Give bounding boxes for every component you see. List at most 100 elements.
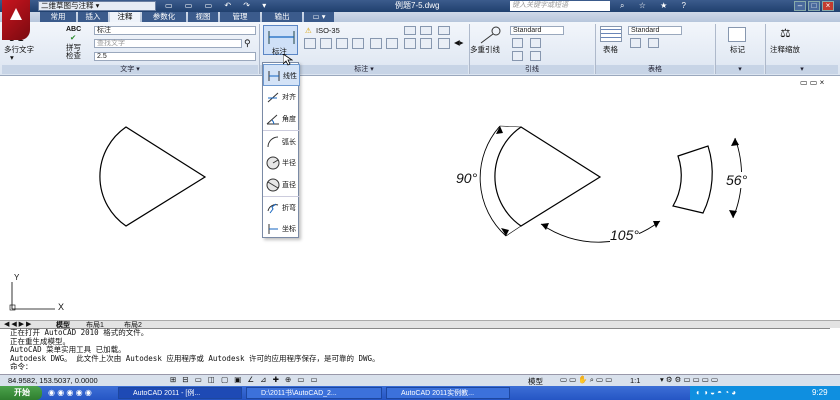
dd-item-ordinate[interactable]: 坐标 (263, 218, 300, 240)
task-autocad[interactable]: AutoCAD 2011 - [例... (118, 387, 242, 399)
linear-dim-large-icon (268, 31, 295, 44)
close-button[interactable]: × (822, 1, 834, 11)
tab-annotate[interactable]: 注释 (110, 12, 140, 22)
table-panel-title[interactable]: 表格 (596, 65, 714, 74)
markup-label[interactable]: 标记 (730, 44, 745, 55)
task-document[interactable]: AutoCAD 2011实例教... (386, 387, 510, 399)
tab-manage[interactable]: 管理 (220, 12, 260, 22)
annotation-scale-label[interactable]: 注释缩放 (770, 44, 800, 55)
leader-collect-icon[interactable] (530, 51, 541, 61)
dd-item-label: 直径 (282, 182, 296, 189)
dim-inspect-icon[interactable] (404, 38, 416, 49)
table-icon[interactable] (600, 26, 622, 42)
dim-update-icon[interactable] (404, 26, 416, 35)
spell-check-label[interactable]: 拼写检查 (66, 44, 84, 60)
dimension-button[interactable]: 标注 (263, 25, 298, 56)
dim-arrow (729, 210, 737, 218)
drawing-canvas[interactable]: ▭ ▭ × 90° 105° 56° Y X (0, 76, 840, 320)
task-explorer[interactable]: D:\2011书\AutoCAD_2... (246, 387, 382, 399)
ucs-y-label: Y (14, 273, 20, 282)
sector-shape-left (99, 126, 207, 227)
mtext-dropdown-icon[interactable]: ▾ (10, 53, 14, 62)
dim-space-icon[interactable] (386, 38, 398, 49)
dim-baseline-icon[interactable] (336, 38, 348, 49)
dim-more-icon[interactable]: ◀▸ (454, 38, 464, 47)
dim-quick-icon[interactable] (320, 38, 332, 49)
markup-icon[interactable] (728, 27, 746, 42)
dd-item-radius[interactable]: 半径 (263, 152, 300, 174)
text-height-select[interactable]: 2.5 (94, 52, 256, 61)
layout-nav-icons[interactable]: ◀ ◀ ▶ ▶ (4, 320, 31, 328)
dd-item-angular[interactable]: 角度 (263, 108, 300, 130)
tray-icons[interactable]: ◐ ◑ ◒ ◓ ◔ ◕ (696, 386, 736, 400)
clock[interactable]: 9:29 (812, 386, 828, 400)
command-line[interactable]: 正在打开 AutoCAD 2010 格式的文件。 正在重生成模型。 AutoCA… (0, 328, 830, 374)
dim-break-icon[interactable] (352, 38, 364, 49)
leader-panel-title[interactable]: 引线 (470, 65, 594, 74)
tab-output[interactable]: 输出 (262, 12, 302, 22)
text-panel-title[interactable]: 文字 ▾ (2, 65, 258, 74)
multileader-icon[interactable] (478, 25, 502, 45)
tab-home[interactable]: 常用 (40, 12, 76, 22)
start-button[interactable]: 开始 (0, 386, 42, 400)
dim-override-icon[interactable] (420, 26, 432, 35)
sector-shape-middle (494, 126, 602, 227)
multileader-label[interactable]: 多重引线 (470, 44, 500, 55)
dim-style-value[interactable]: ISO-35 (316, 26, 340, 35)
dd-item-label: 折弯 (282, 205, 296, 212)
maximize-button[interactable]: □ (808, 1, 820, 11)
command-prompt[interactable]: 命令： (10, 362, 830, 372)
scale-panel-title[interactable]: ▾ (766, 65, 838, 74)
spell-abc-icon[interactable]: ABC (66, 26, 81, 33)
status-tools[interactable]: ▾ ⚙ ⚙ ▭ ▭ ▭ ▭ (660, 375, 718, 384)
tab-extra-toggle[interactable]: ▭ ▾ (304, 12, 334, 22)
dim-jog-icon[interactable] (420, 38, 432, 49)
table-style-select[interactable]: Standard (628, 26, 682, 35)
dim-label-105[interactable]: 105° (610, 227, 639, 243)
markup-panel-title[interactable]: ▾ (716, 65, 764, 74)
dim-label-56[interactable]: 56° (726, 172, 748, 188)
workspace-dropdown[interactable]: 二维草图与注释 ▾ (38, 1, 156, 11)
table-link-icon[interactable] (648, 38, 659, 48)
table-extract-icon[interactable] (630, 38, 641, 48)
quick-launch-icons[interactable]: ◉ ◉ ◉ ◉ ◉ (48, 388, 92, 397)
view-tools[interactable]: ▭ ▭ ✋ ⌕ ▭ ▭ (560, 375, 612, 385)
minimize-button[interactable]: – (794, 1, 806, 11)
mouse-cursor-icon (283, 54, 293, 66)
leader-add-icon[interactable] (512, 38, 523, 48)
dim-tolerance-icon[interactable] (438, 38, 450, 49)
start-label: 开始 (14, 388, 30, 397)
dim-adjust-icon[interactable] (370, 38, 382, 49)
find-replace-icon[interactable]: ⚲ (244, 38, 251, 49)
mtext-label[interactable]: 多行文字 (4, 44, 34, 55)
autocad-logo[interactable] (2, 0, 30, 40)
annotation-scale-value[interactable]: 1:1 (630, 376, 640, 385)
leader-remove-icon[interactable] (530, 38, 541, 48)
coordinates-readout[interactable]: 84.9582, 153.5037, 0.0000 (8, 376, 98, 385)
dd-item-jogged[interactable]: 折弯 (263, 196, 300, 218)
annotation-scale-icon[interactable]: ⚖ (780, 26, 791, 40)
tab-insert[interactable]: 插入 (78, 12, 108, 22)
table-panel-title-label: 表格 (648, 66, 662, 73)
dim-oblique-icon[interactable] (438, 26, 450, 35)
dd-item-arc-length[interactable]: 弧长 (263, 130, 300, 152)
text-style-select[interactable]: 标注 (94, 26, 256, 35)
quick-access-toolbar[interactable]: ▭ ▭ ▭ ↶ ↷ ▾ (165, 1, 271, 11)
dim-continue-icon[interactable] (304, 38, 316, 49)
tab-parametric[interactable]: 参数化 (142, 12, 186, 22)
table-label[interactable]: 表格 (603, 44, 618, 55)
jogged-icon (267, 203, 279, 214)
leader-style-select[interactable]: Standard (510, 26, 564, 35)
tab-view[interactable]: 视图 (188, 12, 218, 22)
help-search-input[interactable]: 键入关键字或短语 (510, 1, 610, 11)
diameter-icon (266, 178, 280, 192)
leader-align-icon[interactable] (512, 51, 523, 61)
angular-dim-icon (266, 114, 279, 125)
drafting-toggles[interactable]: ⊞ ⊟ ▭ ◫ ▢ ▣ ∠ ⊿ ✚ ⊕ ▭ ▭ (170, 375, 320, 384)
dd-item-diameter[interactable]: 直径 (263, 174, 300, 196)
dd-item-aligned[interactable]: 对齐 (263, 86, 300, 108)
dd-item-linear[interactable]: 线性 (263, 64, 300, 86)
find-text-input[interactable]: 查找文字 (94, 39, 242, 48)
dim-label-90[interactable]: 90° (456, 170, 478, 186)
title-tools[interactable]: ⌕ ☆ ★ ? (620, 1, 692, 11)
